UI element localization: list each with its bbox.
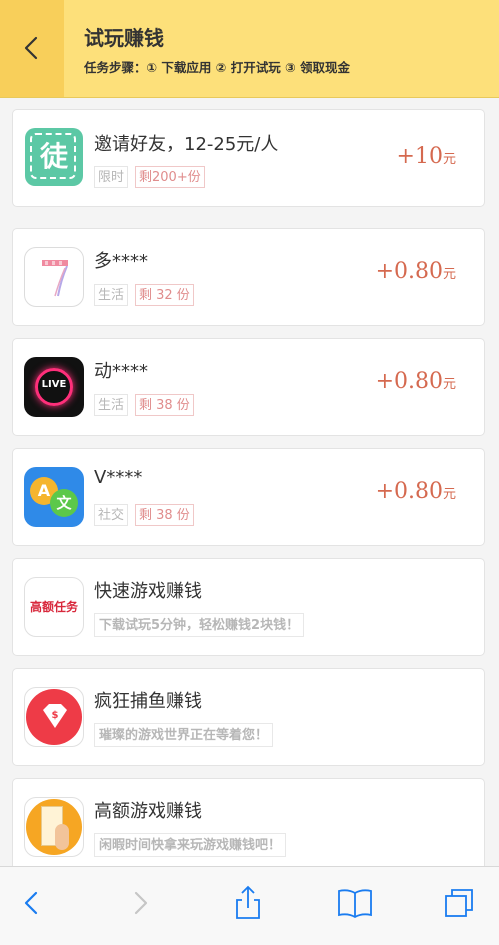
invite-card[interactable]: 徒 邀请好友，12-25元/人 限时 剩200+份 +10元 <box>12 109 485 207</box>
tabs-button[interactable] <box>440 883 480 923</box>
live-icon: LIVE <box>24 357 84 417</box>
apprentice-char: 徒 <box>39 140 68 173</box>
task-reward: +0.80元 <box>375 479 456 504</box>
task-reward: +0.80元 <box>375 259 456 284</box>
limited-tag: 限时 <box>94 166 129 188</box>
task-card[interactable]: 多**** 生活 剩 32 份 +0.80元 <box>12 228 485 326</box>
book-icon <box>338 889 372 919</box>
diamond-icon: $ <box>24 687 84 747</box>
page-title: 试玩赚钱 <box>84 26 164 50</box>
invite-title: 邀请好友，12-25元/人 <box>94 134 279 155</box>
browser-toolbar <box>0 866 499 945</box>
header-bar: 试玩赚钱 任务步骤：① 下载应用 ② 打开试玩 ③ 领取现金 <box>0 0 499 98</box>
chevron-left-icon <box>24 36 38 60</box>
promo-name: 快速游戏赚钱 <box>94 581 202 602</box>
svg-text:$: $ <box>52 710 59 721</box>
remaining-tag: 剩 32 份 <box>135 284 194 306</box>
forward-nav-button[interactable] <box>120 883 160 923</box>
task-steps: 任务步骤：① 下载应用 ② 打开试玩 ③ 领取现金 <box>84 60 351 75</box>
high-task-label: 高额任务 <box>29 600 78 614</box>
task-card[interactable]: LIVE 动**** 生活 剩 38 份 +0.80元 <box>12 338 485 436</box>
promo-name: 高额游戏赚钱 <box>94 801 202 822</box>
apprentice-icon: 徒 <box>25 128 83 186</box>
promo-desc: 璀璨的游戏世界正在等着您！ <box>94 723 274 747</box>
share-button[interactable] <box>228 883 268 923</box>
promo-card[interactable]: 高额任务 快速游戏赚钱 下载试玩5分钟，轻松赚钱2块钱！ <box>12 558 485 656</box>
high-task-icon: 高额任务 <box>24 577 84 637</box>
category-tag: 生活 <box>94 284 129 306</box>
task-card[interactable]: A 文 V**** 社交 剩 38 份 +0.80元 <box>12 448 485 546</box>
promo-desc: 闲暇时间快拿来玩游戏赚钱吧！ <box>94 833 287 857</box>
task-reward: +0.80元 <box>375 369 456 394</box>
share-icon <box>236 885 260 919</box>
task-name: 多**** <box>94 251 148 272</box>
chevron-left-icon <box>24 891 38 915</box>
promo-name: 疯狂捕鱼赚钱 <box>94 691 202 712</box>
promo-desc: 下载试玩5分钟，轻松赚钱2块钱！ <box>94 613 305 637</box>
back-button[interactable] <box>0 0 64 97</box>
finger-icon <box>24 797 84 857</box>
remaining-tag: 剩 38 份 <box>135 504 194 526</box>
back-nav-button[interactable] <box>12 883 52 923</box>
seven-icon <box>24 247 84 307</box>
chevron-right-icon <box>134 891 148 915</box>
live-label: LIVE <box>41 379 67 390</box>
promo-card[interactable]: $ 疯狂捕鱼赚钱 璀璨的游戏世界正在等着您！ <box>12 668 485 766</box>
task-name: V**** <box>94 467 143 488</box>
category-tag: 生活 <box>94 394 129 416</box>
promo-card[interactable]: 高额游戏赚钱 闲暇时间快拿来玩游戏赚钱吧！ <box>12 778 485 876</box>
task-name: 动**** <box>94 361 148 382</box>
category-tag: 社交 <box>94 504 129 526</box>
invite-reward: +10元 <box>396 144 456 169</box>
tabs-icon <box>445 889 473 917</box>
bookmarks-button[interactable] <box>335 883 375 923</box>
remaining-tag: 剩 38 份 <box>135 394 194 416</box>
translate-wen: 文 <box>56 494 72 512</box>
remaining-tag: 剩200+份 <box>135 166 205 188</box>
translate-icon: A 文 <box>24 467 84 527</box>
